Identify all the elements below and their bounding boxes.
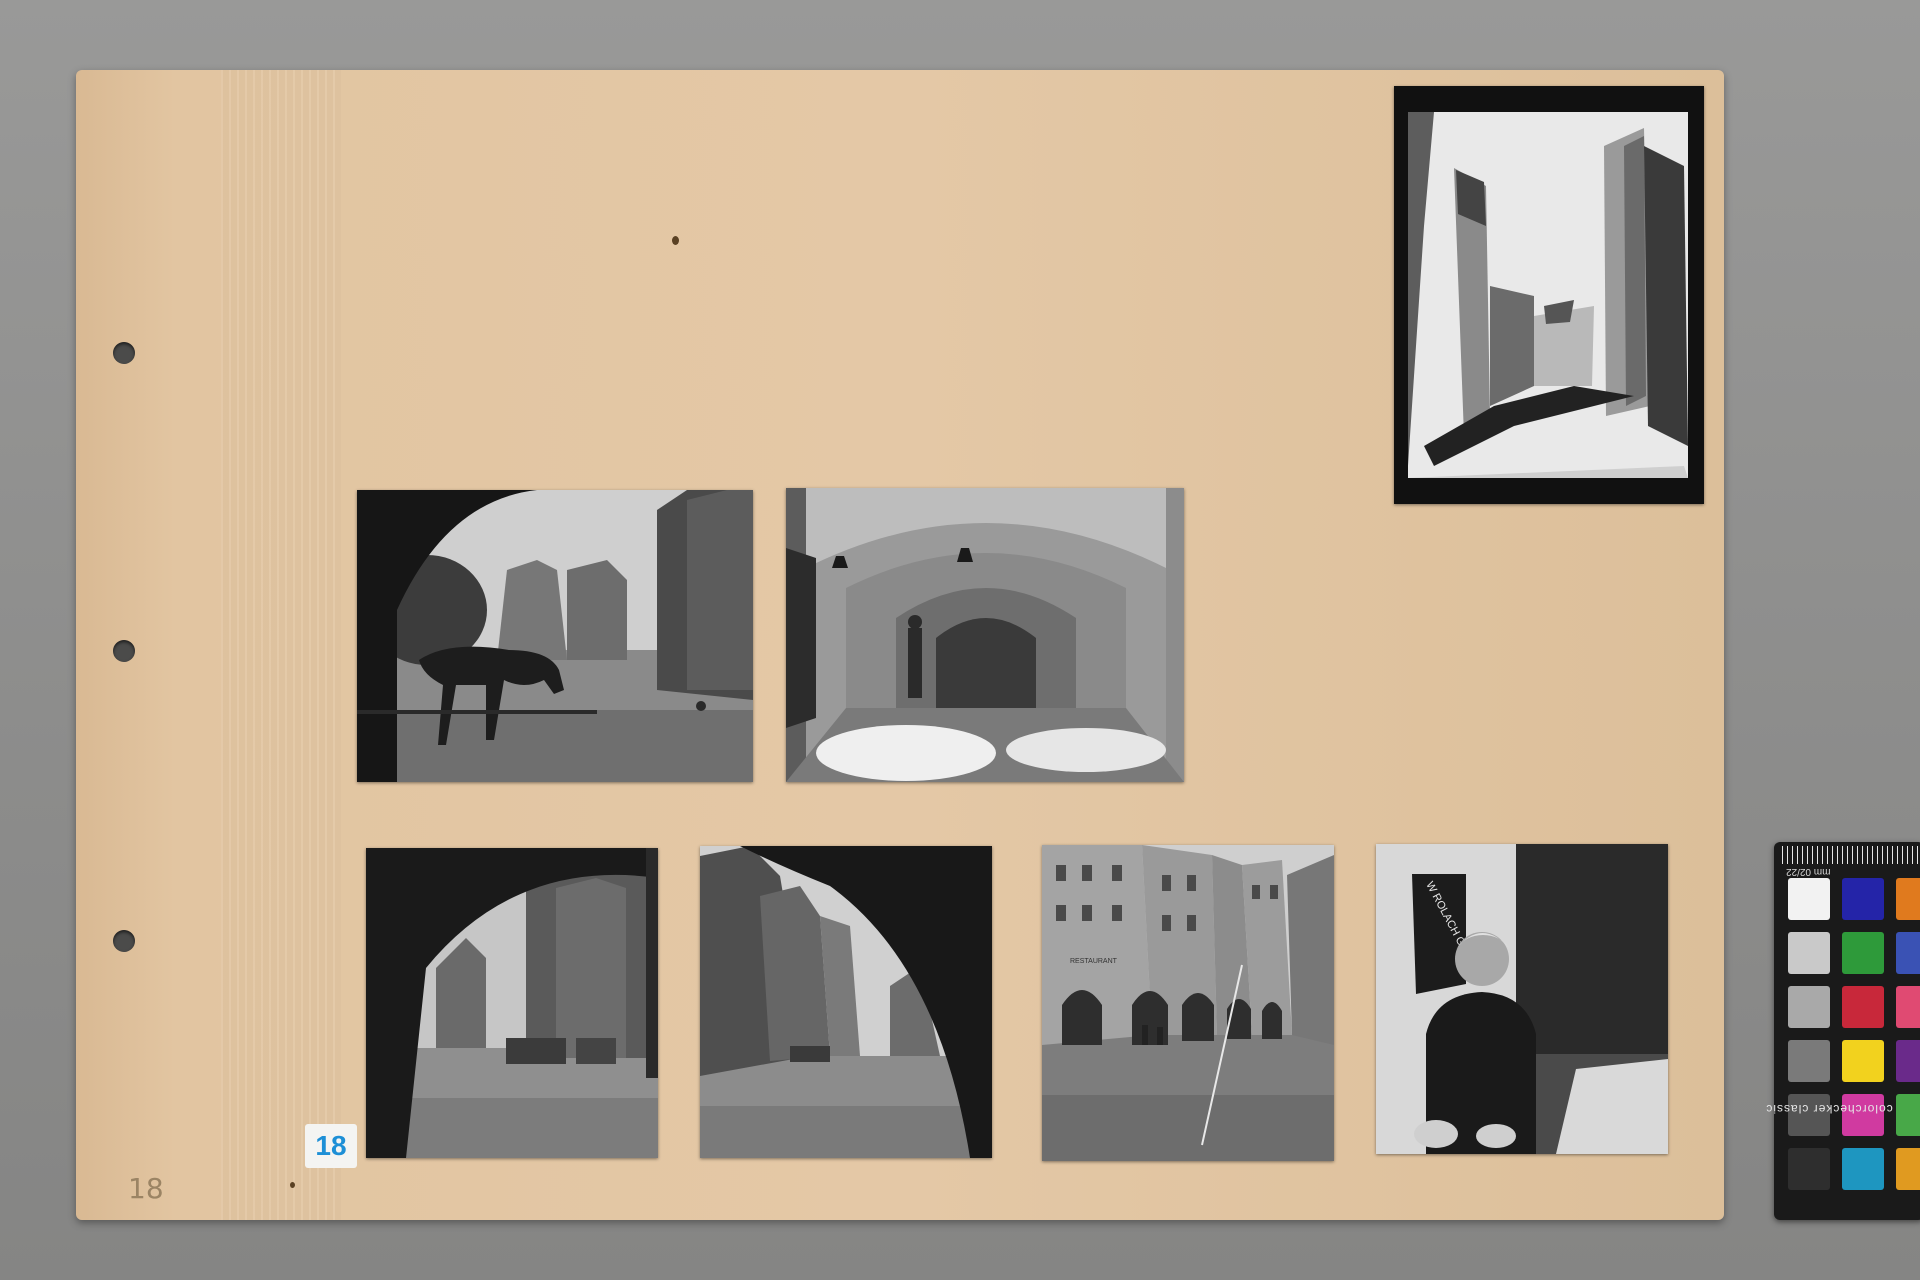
- photo-arcade-walkway: [786, 488, 1184, 782]
- checker-ruler-label: mm 02/22: [1786, 866, 1830, 877]
- checker-swatch: [1788, 878, 1830, 920]
- binder-hole: [113, 930, 135, 952]
- photo-square-through-arch: [366, 848, 658, 1158]
- checker-brand: colorchecker classic: [1765, 1102, 1893, 1116]
- checker-swatch: [1896, 986, 1920, 1028]
- photo-boy-poster: W ROLACH GŁO: [1376, 844, 1668, 1154]
- photo-image: RESTAURANT: [1042, 845, 1334, 1161]
- photo-image: [366, 848, 658, 1158]
- color-checker-card: mm 02/22 colorchecker classic: [1765, 842, 1920, 1220]
- checker-swatch: [1788, 1148, 1830, 1190]
- photo-image: [1394, 86, 1704, 504]
- pencil-page-number: 18: [128, 1172, 164, 1205]
- photo-horses-arcade: [357, 490, 753, 782]
- paper-speck: [290, 1182, 295, 1188]
- checker-swatch: [1788, 1040, 1830, 1082]
- photo-image: W ROLACH GŁO: [1376, 844, 1668, 1154]
- binder-hole: [113, 342, 135, 364]
- checker-ruler: [1782, 846, 1920, 864]
- checker-swatch: [1896, 878, 1920, 920]
- checker-date: 02/22: [1786, 866, 1812, 877]
- checker-unit: mm: [1813, 866, 1831, 877]
- checker-swatch: [1842, 878, 1884, 920]
- restaurant-sign: RESTAURANT: [1070, 958, 1118, 965]
- photo-street-through-arch: [700, 846, 992, 1158]
- photo-image: [357, 490, 753, 782]
- paper-speck: [672, 236, 679, 245]
- photo-town-houses: RESTAURANT: [1042, 845, 1334, 1161]
- checker-swatch: [1842, 1040, 1884, 1082]
- checker-swatch: [1842, 932, 1884, 974]
- spine-texture: [221, 70, 341, 1220]
- checker-swatch: [1896, 1148, 1920, 1190]
- photo-watercolor-street: [1394, 86, 1704, 504]
- checker-swatch: [1788, 932, 1830, 974]
- photo-image: [786, 488, 1184, 782]
- checker-swatch: [1842, 986, 1884, 1028]
- page-number-badge: 18: [305, 1124, 357, 1168]
- photo-image: [700, 846, 992, 1158]
- checker-swatch: [1788, 986, 1830, 1028]
- checker-swatch: [1896, 932, 1920, 974]
- checker-swatch: [1896, 1040, 1920, 1082]
- binder-hole: [113, 640, 135, 662]
- checker-swatch: [1842, 1148, 1884, 1190]
